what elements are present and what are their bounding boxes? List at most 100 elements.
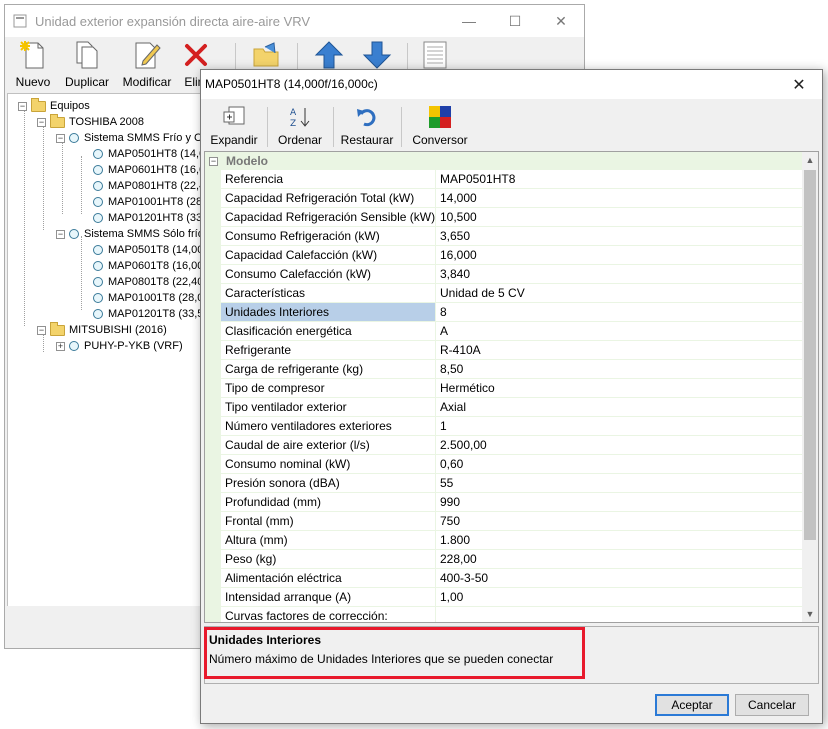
tree-node-unit[interactable]: MAP0501HT8 (14,00 [93,146,211,162]
property-value[interactable]: 400-3-50 [436,569,803,587]
modify-button[interactable]: Modificar [122,39,172,91]
property-value[interactable]: Unidad de 5 CV [436,284,803,302]
property-value[interactable]: 1.800 [436,531,803,549]
category-modelo[interactable]: − Modelo [205,152,803,170]
cancel-button[interactable]: Cancelar [735,694,809,716]
restore-button[interactable]: Restaurar [341,101,393,153]
property-value[interactable]: 0,60 [436,455,803,473]
tree-node-unit[interactable]: MAP01201T8 (33,5 [93,306,203,322]
property-value[interactable] [436,607,803,622]
property-value[interactable]: 750 [436,512,803,530]
property-row[interactable]: Curvas factores de corrección: [205,607,803,622]
property-value[interactable]: MAP0501HT8 [436,170,803,188]
tree-node-unit[interactable]: MAP0601HT8 (16,0 [93,162,205,178]
property-name[interactable]: Peso (kg) [221,550,436,568]
tree-node-unit[interactable]: MAP0601T8 (16,00 [93,258,203,274]
property-row[interactable]: Consumo nominal (kW) 0,60 [205,455,803,474]
property-value[interactable]: 16,000 [436,246,803,264]
property-value[interactable]: 1 [436,417,803,435]
property-value[interactable]: 228,00 [436,550,803,568]
scroll-up-icon[interactable]: ▲ [802,152,818,168]
property-row[interactable]: Clasificación energética A [205,322,803,341]
property-row[interactable]: Unidades Interiores 8 [205,303,803,322]
tree-node-unit[interactable]: MAP01001T8 (28,0 [93,290,203,306]
property-value[interactable]: 8,50 [436,360,803,378]
tree-node-unit[interactable]: MAP01201HT8 (33, [93,210,205,226]
property-row[interactable]: Capacidad Refrigeración Sensible (kW) 10,… [205,208,803,227]
expand-icon[interactable]: + [56,341,65,351]
property-name[interactable]: Clasificación energética [221,322,436,340]
tree-node-unit[interactable]: MAP01001HT8 (28, [93,194,205,210]
collapse-icon[interactable]: − [18,101,27,111]
property-value[interactable]: 2.500,00 [436,436,803,454]
property-row[interactable]: Intensidad arranque (A) 1,00 [205,588,803,607]
property-row[interactable]: Altura (mm) 1.800 [205,531,803,550]
property-row[interactable]: Presión sonora (dBA) 55 [205,474,803,493]
property-value[interactable]: Hermético [436,379,803,397]
tree-node-smms-cool[interactable]: − Sistema SMMS Sólo frío [56,226,204,242]
tree-node-toshiba[interactable]: − TOSHIBA 2008 [37,113,144,130]
dialog-close-icon[interactable]: ✕ [776,70,822,99]
property-row[interactable]: Alimentación eléctrica 400-3-50 [205,569,803,588]
property-name[interactable]: Número ventiladores exteriores [221,417,436,435]
scroll-down-icon[interactable]: ▼ [802,606,818,622]
maximize-icon[interactable]: ☐ [492,5,538,37]
property-name[interactable]: Consumo Calefacción (kW) [221,265,436,283]
property-row[interactable]: Tipo ventilador exterior Axial [205,398,803,417]
property-row[interactable]: Capacidad Calefacción (kW) 16,000 [205,246,803,265]
close-icon[interactable]: ✕ [538,5,584,37]
property-name[interactable]: Profundidad (mm) [221,493,436,511]
property-value[interactable]: 1,00 [436,588,803,606]
property-row[interactable]: Carga de refrigerante (kg) 8,50 [205,360,803,379]
property-value[interactable]: Axial [436,398,803,416]
property-name[interactable]: Caudal de aire exterior (l/s) [221,436,436,454]
property-row[interactable]: Capacidad Refrigeración Total (kW) 14,000 [205,189,803,208]
property-name[interactable]: Consumo nominal (kW) [221,455,436,473]
property-row[interactable]: Número ventiladores exteriores 1 [205,417,803,436]
property-name[interactable]: Altura (mm) [221,531,436,549]
property-name[interactable]: Frontal (mm) [221,512,436,530]
property-row[interactable]: Refrigerante R-410A [205,341,803,360]
property-value[interactable]: 55 [436,474,803,492]
collapse-icon[interactable]: − [56,229,65,239]
vertical-scrollbar[interactable]: ▲ ▼ [802,152,818,622]
property-name[interactable]: Intensidad arranque (A) [221,588,436,606]
collapse-icon[interactable]: − [209,156,218,166]
property-value[interactable]: 14,000 [436,189,803,207]
tree-node-unit[interactable]: MAP0801HT8 (22,4 [93,178,205,194]
property-value[interactable]: 3,840 [436,265,803,283]
new-button[interactable]: Nuevo [15,39,51,91]
property-name[interactable]: Alimentación eléctrica [221,569,436,587]
property-row[interactable]: Profundidad (mm) 990 [205,493,803,512]
property-value[interactable]: 990 [436,493,803,511]
property-value[interactable]: A [436,322,803,340]
tree-node-equipos[interactable]: − Equipos [18,97,90,114]
property-row[interactable]: Consumo Refrigeración (kW) 3,650 [205,227,803,246]
collapse-icon[interactable]: − [37,325,46,335]
tree-node-smms-heat[interactable]: − Sistema SMMS Frío y Ca [56,130,208,146]
property-name[interactable]: Capacidad Refrigeración Total (kW) [221,189,436,207]
property-name[interactable]: Tipo ventilador exterior [221,398,436,416]
property-value[interactable]: 10,500 [436,208,803,226]
property-name[interactable]: Consumo Refrigeración (kW) [221,227,436,245]
scroll-thumb[interactable] [804,170,816,540]
property-name[interactable]: Presión sonora (dBA) [221,474,436,492]
property-name[interactable]: Capacidad Calefacción (kW) [221,246,436,264]
tree-node-unit[interactable]: MAP0501T8 (14,00 [93,242,203,258]
tree-node-mitsubishi[interactable]: − MITSUBISHI (2016) [37,321,167,338]
property-grid[interactable]: − Modelo Referencia MAP0501HT8 Capacidad R… [204,151,819,623]
property-row[interactable]: Peso (kg) 228,00 [205,550,803,569]
property-row[interactable]: Frontal (mm) 750 [205,512,803,531]
property-name[interactable]: Referencia [221,170,436,188]
property-value[interactable]: 3,650 [436,227,803,245]
property-value[interactable]: 8 [436,303,803,321]
property-name[interactable]: Unidades Interiores [221,303,436,321]
tree-node-unit[interactable]: MAP0801T8 (22,40 [93,274,203,290]
property-name[interactable]: Refrigerante [221,341,436,359]
accept-button[interactable]: Aceptar [655,694,729,716]
property-row[interactable]: Referencia MAP0501HT8 [205,170,803,189]
converter-button[interactable]: Conversor [412,101,468,153]
tree-node-puhy[interactable]: + PUHY-P-YKB (VRF) [56,338,183,354]
collapse-icon[interactable]: − [56,133,65,143]
expand-button[interactable]: Expandir [210,101,258,153]
